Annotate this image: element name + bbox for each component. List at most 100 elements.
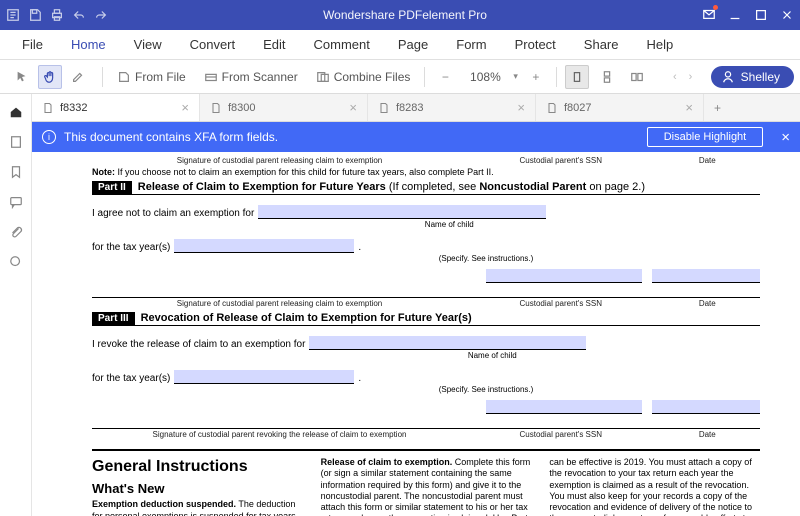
tab-f8027[interactable]: f8027 × bbox=[536, 94, 704, 121]
menu-protect[interactable]: Protect bbox=[501, 31, 570, 58]
form-field-child-name-2[interactable] bbox=[309, 336, 586, 350]
redo-icon[interactable] bbox=[94, 8, 108, 22]
col3-body: can be effective is 2019. You must attac… bbox=[549, 457, 760, 516]
toolbar-prev-icon[interactable]: ‹ bbox=[673, 71, 677, 83]
zoom-in-button[interactable]: + bbox=[524, 65, 548, 89]
mail-icon[interactable] bbox=[702, 7, 716, 24]
save-icon[interactable] bbox=[28, 8, 42, 22]
divider bbox=[102, 67, 103, 87]
from-file-button[interactable]: From File bbox=[111, 66, 192, 88]
part3-header: Part III Revocation of Release of Claim … bbox=[92, 312, 760, 326]
instructions: General Instructions What's New Exemptio… bbox=[92, 457, 760, 516]
undo-icon[interactable] bbox=[72, 8, 86, 22]
date-caption: Date bbox=[655, 156, 760, 165]
minimize-button[interactable] bbox=[728, 8, 742, 22]
search-icon[interactable] bbox=[8, 254, 24, 270]
menu-help[interactable]: Help bbox=[633, 31, 688, 58]
zoom-dropdown-icon[interactable]: ▾ bbox=[513, 71, 518, 82]
form-field-tax-years[interactable] bbox=[174, 239, 354, 253]
pdf-page: Signature of custodial parent releasing … bbox=[32, 152, 800, 516]
add-tab-button[interactable]: + bbox=[704, 101, 731, 115]
disable-highlight-button[interactable]: Disable Highlight bbox=[647, 127, 764, 147]
tab-label: f8027 bbox=[564, 102, 592, 114]
menu-edit[interactable]: Edit bbox=[249, 31, 299, 58]
tab-f8332[interactable]: f8332 × bbox=[32, 94, 200, 121]
menu-comment[interactable]: Comment bbox=[300, 31, 384, 58]
p2-years-line: for the tax year(s) . bbox=[92, 239, 760, 253]
banner-message: This document contains XFA form fields. bbox=[64, 130, 278, 144]
form-field-date[interactable] bbox=[652, 269, 760, 283]
comments-icon[interactable] bbox=[8, 194, 24, 210]
content-area: f8332 × f8300 × f8283 × f8027 × + i This doc… bbox=[32, 94, 800, 516]
close-icon[interactable]: × bbox=[181, 100, 189, 115]
close-icon[interactable]: × bbox=[349, 100, 357, 115]
info-icon: i bbox=[42, 130, 56, 144]
menu-home[interactable]: Home bbox=[57, 31, 120, 58]
form-field-ssn-2[interactable] bbox=[486, 400, 642, 414]
thumbnails-icon[interactable] bbox=[8, 134, 24, 150]
menu-bar: File Home View Convert Edit Comment Page… bbox=[0, 30, 800, 60]
viewmode-continuous-button[interactable] bbox=[595, 65, 619, 89]
close-icon[interactable]: × bbox=[685, 100, 693, 115]
tab-label: f8283 bbox=[396, 102, 424, 114]
sig-caption: Signature of custodial parent releasing … bbox=[92, 156, 467, 165]
document-viewport[interactable]: Signature of custodial parent releasing … bbox=[32, 152, 800, 516]
part3-label: Part III bbox=[92, 312, 135, 325]
part3-title: Revocation of Release of Claim to Exempt… bbox=[141, 312, 472, 324]
col3: can be effective is 2019. You must attac… bbox=[549, 457, 760, 516]
tab-label: f8300 bbox=[228, 102, 256, 114]
hand-tool[interactable] bbox=[38, 65, 62, 89]
name-of-child-caption: Name of child bbox=[309, 220, 590, 229]
zoom-out-button[interactable]: − bbox=[433, 65, 457, 89]
zoom-input[interactable] bbox=[463, 70, 507, 84]
combine-button[interactable]: Combine Files bbox=[310, 66, 417, 88]
home-icon[interactable] bbox=[8, 104, 24, 120]
form-field-ssn[interactable] bbox=[486, 269, 642, 283]
print-icon[interactable] bbox=[50, 8, 64, 22]
tab-f8300[interactable]: f8300 × bbox=[200, 94, 368, 121]
file-icon bbox=[546, 102, 558, 114]
form-field-date-2[interactable] bbox=[652, 400, 760, 414]
file-icon bbox=[378, 102, 390, 114]
whats-new-heading: What's New bbox=[92, 481, 303, 497]
form-field-child-name[interactable] bbox=[258, 205, 546, 219]
sig-row-mid: Signature of custodial parent releasing … bbox=[92, 297, 760, 308]
form-field-tax-years-2[interactable] bbox=[174, 370, 354, 384]
app-title: Wondershare PDFelement Pro bbox=[108, 8, 702, 22]
section-rule bbox=[92, 449, 760, 451]
viewmode-single-button[interactable] bbox=[565, 65, 589, 89]
tab-label: f8332 bbox=[60, 102, 88, 114]
attachments-icon[interactable] bbox=[8, 224, 24, 240]
sig-row-bot: Signature of custodial parent revoking t… bbox=[92, 428, 760, 439]
note-line: Note: If you choose not to claim an exem… bbox=[92, 167, 760, 177]
app-logo-icon bbox=[6, 8, 20, 22]
part2-title: Release of Claim to Exemption for Future… bbox=[138, 181, 645, 193]
menu-view[interactable]: View bbox=[120, 31, 176, 58]
user-pill[interactable]: Shelley bbox=[711, 66, 794, 88]
from-file-label: From File bbox=[135, 70, 186, 84]
whats-new-body: Exemption deduction suspended. The deduc… bbox=[92, 499, 303, 516]
tab-f8283[interactable]: f8283 × bbox=[368, 94, 536, 121]
close-button[interactable] bbox=[780, 8, 794, 22]
maximize-button[interactable] bbox=[754, 8, 768, 22]
close-icon[interactable]: × bbox=[517, 100, 525, 115]
xfa-banner: i This document contains XFA form fields… bbox=[32, 122, 800, 152]
menu-share[interactable]: Share bbox=[570, 31, 633, 58]
menu-file[interactable]: File bbox=[8, 31, 57, 58]
edit-tool[interactable] bbox=[66, 65, 90, 89]
menu-page[interactable]: Page bbox=[384, 31, 442, 58]
viewmode-facing-button[interactable] bbox=[625, 65, 649, 89]
divider bbox=[424, 67, 425, 87]
ssn-caption: Custodial parent's SSN bbox=[467, 156, 655, 165]
specify-caption: (Specify. See instructions.) bbox=[212, 254, 760, 263]
combine-label: Combine Files bbox=[334, 70, 411, 84]
toolbar-next-icon[interactable]: › bbox=[689, 71, 693, 83]
banner-close-icon[interactable]: × bbox=[781, 129, 790, 146]
menu-convert[interactable]: Convert bbox=[176, 31, 250, 58]
select-tool[interactable] bbox=[10, 65, 34, 89]
specify-caption: (Specify. See instructions.) bbox=[212, 385, 760, 394]
from-scanner-button[interactable]: From Scanner bbox=[198, 66, 304, 88]
bookmark-icon[interactable] bbox=[8, 164, 24, 180]
menu-form[interactable]: Form bbox=[442, 31, 500, 58]
user-name: Shelley bbox=[741, 70, 780, 84]
